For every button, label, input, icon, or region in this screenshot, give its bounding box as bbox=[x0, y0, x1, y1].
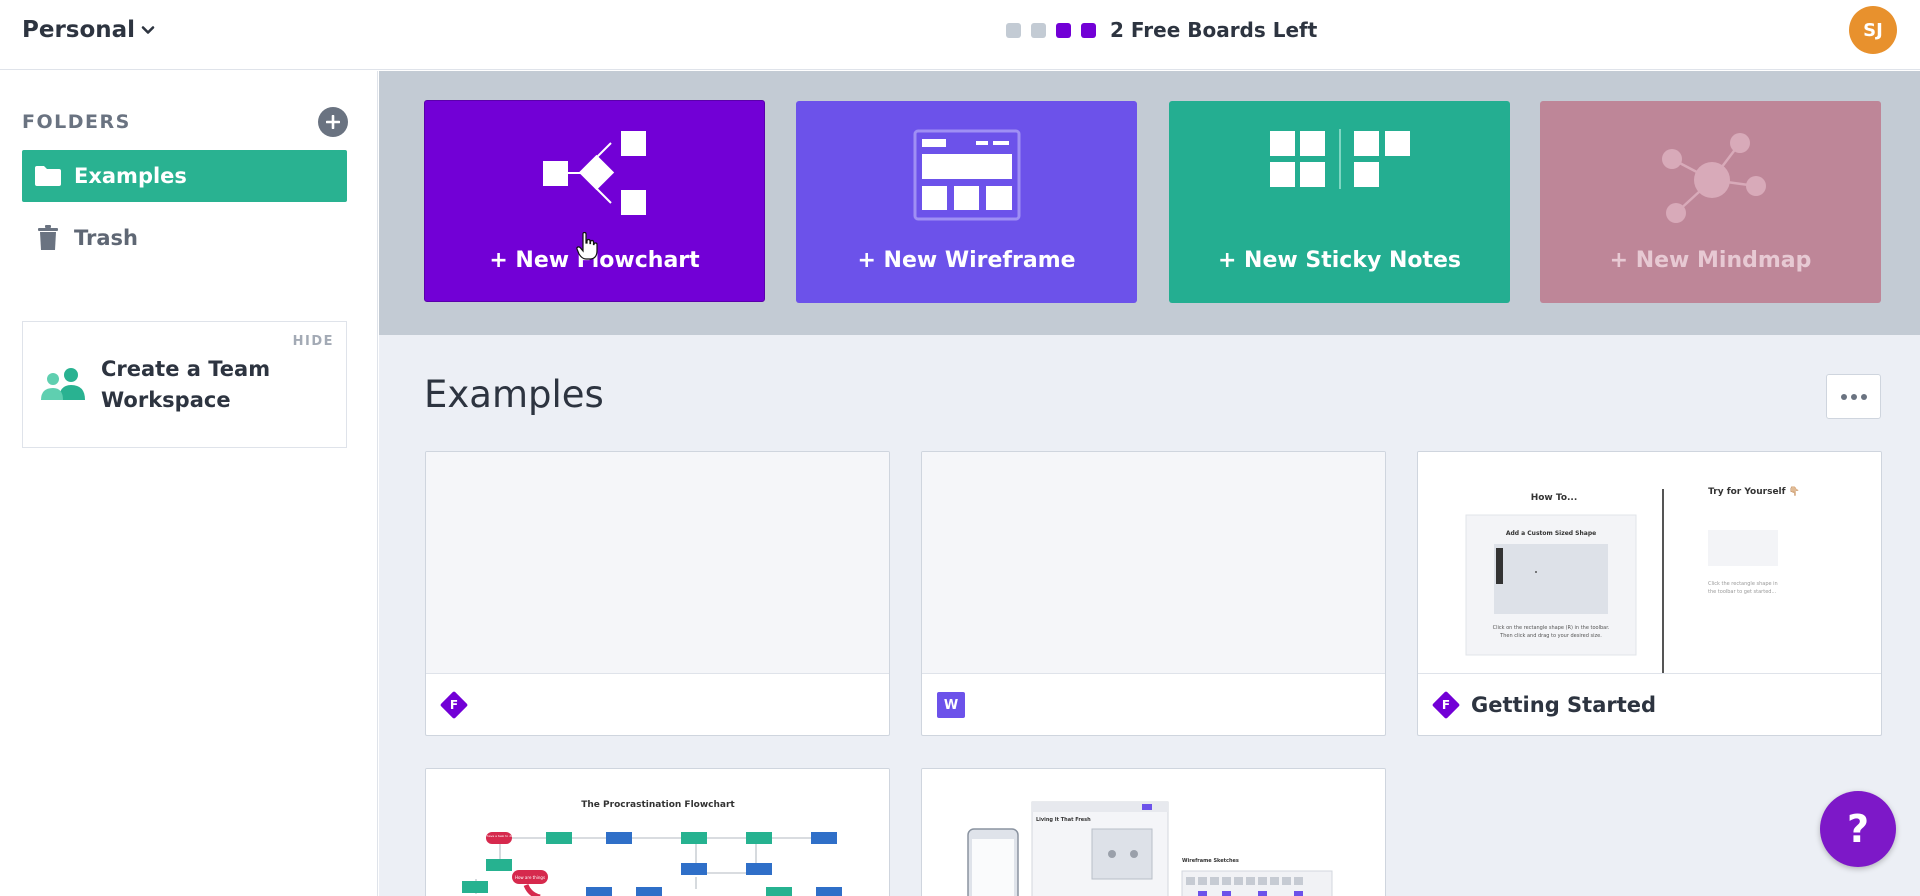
svg-text:How To...: How To... bbox=[1531, 493, 1578, 503]
svg-text:The Procrastination Flowchart: The Procrastination Flowchart bbox=[581, 800, 735, 810]
svg-text:Living It That Fresh: Living It That Fresh bbox=[1036, 817, 1091, 823]
workspace-switcher[interactable]: Personal bbox=[22, 14, 155, 46]
boards-left-indicator: 2 Free Boards Left bbox=[1006, 14, 1317, 46]
board-name: Getting Started bbox=[1471, 693, 1657, 717]
help-label: ? bbox=[1846, 807, 1870, 851]
svg-text:Click on the rectangle shape (: Click on the rectangle shape (R) in the … bbox=[1493, 625, 1610, 631]
dot-icon bbox=[1850, 393, 1857, 400]
board-card[interactable]: F bbox=[425, 451, 890, 736]
sidebar-item-trash[interactable]: Trash bbox=[22, 212, 347, 264]
flowchart-icon bbox=[542, 131, 646, 215]
board-thumbnail bbox=[426, 452, 889, 674]
new-sticky-notes-label: + New Sticky Notes bbox=[1217, 248, 1462, 273]
section-title: Examples bbox=[424, 373, 604, 416]
board-thumbnail: The Procrastination Flowchart I have a t… bbox=[426, 769, 889, 896]
board-card[interactable]: W bbox=[921, 451, 1386, 736]
avatar[interactable]: SJ bbox=[1849, 6, 1897, 54]
top-bar: Personal 2 Free Boards Left SJ bbox=[0, 0, 1920, 70]
board-thumbnail: How To... Try for Yourself 👇🏼 Add a Cust… bbox=[1418, 452, 1881, 674]
new-flowchart-label: + New Flowchart bbox=[489, 248, 700, 273]
svg-text:Wireframe Sketches: Wireframe Sketches bbox=[1182, 858, 1239, 864]
board-footer: F Getting Started bbox=[1418, 674, 1881, 735]
svg-text:Add a Custom Sized Shape: Add a Custom Sized Shape bbox=[1506, 530, 1596, 537]
svg-text:Click the rectangle shape in: Click the rectangle shape in bbox=[1708, 581, 1778, 587]
wireframe-icon bbox=[913, 129, 1020, 221]
flowchart-badge-icon: F bbox=[1431, 690, 1461, 720]
new-board-strip: + New Flowchart + New Wireframe + New St… bbox=[379, 71, 1920, 335]
board-slot-used bbox=[1056, 22, 1071, 38]
hide-button[interactable]: HIDE bbox=[293, 334, 334, 349]
board-slot-unused bbox=[1006, 22, 1021, 38]
board-slot-used bbox=[1081, 22, 1096, 38]
board-footer: F bbox=[426, 674, 889, 735]
board-card[interactable]: The Procrastination Flowchart I have a t… bbox=[425, 768, 890, 896]
sidebar: FOLDERS Examples Trash HIDE Create a Tea… bbox=[0, 71, 378, 896]
team-workspace-card[interactable]: HIDE Create a Team Workspace bbox=[22, 321, 347, 448]
dot-icon bbox=[1860, 393, 1867, 400]
svg-text:Try for Yourself 👇🏼: Try for Yourself 👇🏼 bbox=[1708, 486, 1800, 497]
add-folder-button[interactable] bbox=[318, 107, 348, 137]
mindmap-icon bbox=[1661, 133, 1766, 223]
more-options-button[interactable] bbox=[1826, 374, 1881, 419]
new-sticky-notes-button[interactable]: + New Sticky Notes bbox=[1169, 101, 1510, 303]
sidebar-item-examples[interactable]: Examples bbox=[22, 150, 347, 202]
team-icon bbox=[41, 368, 85, 400]
new-mindmap-button[interactable]: + New Mindmap bbox=[1540, 101, 1881, 303]
avatar-initials: SJ bbox=[1863, 19, 1883, 41]
sidebar-item-label: Examples bbox=[74, 164, 187, 188]
main-content: + New Flowchart + New Wireframe + New St… bbox=[379, 71, 1920, 896]
board-card-getting-started[interactable]: How To... Try for Yourself 👇🏼 Add a Cust… bbox=[1417, 451, 1882, 736]
plus-icon bbox=[326, 115, 340, 129]
trash-icon bbox=[34, 225, 62, 250]
new-wireframe-button[interactable]: + New Wireframe bbox=[796, 101, 1137, 303]
board-thumbnail bbox=[922, 452, 1385, 674]
new-wireframe-label: + New Wireframe bbox=[857, 248, 1076, 273]
help-button[interactable]: ? bbox=[1820, 791, 1896, 867]
workspace-label: Personal bbox=[22, 17, 136, 43]
folder-icon bbox=[34, 164, 62, 188]
board-slot-unused bbox=[1031, 22, 1046, 38]
flowchart-badge-icon: F bbox=[439, 690, 469, 720]
folders-label: FOLDERS bbox=[22, 111, 131, 133]
board-thumbnail: Living It That Fresh Wireframe Sketches bbox=[922, 769, 1385, 896]
new-flowchart-button[interactable]: + New Flowchart bbox=[424, 100, 765, 302]
svg-text:I have a task to do: I have a task to do bbox=[485, 834, 513, 838]
getting-started-preview: How To... Try for Yourself 👇🏼 Add a Cust… bbox=[1465, 486, 1800, 673]
sticky-notes-icon bbox=[1269, 129, 1410, 189]
boards-left-text: 2 Free Boards Left bbox=[1110, 18, 1318, 42]
wireframe-preview: Living It That Fresh Wireframe Sketches bbox=[967, 801, 1333, 896]
sidebar-item-label: Trash bbox=[74, 226, 138, 250]
procrastination-preview: The Procrastination Flowchart I have a t… bbox=[462, 800, 842, 896]
svg-text:How are things: How are things bbox=[515, 875, 545, 880]
board-card[interactable]: Living It That Fresh Wireframe Sketches bbox=[921, 768, 1386, 896]
dot-icon bbox=[1840, 393, 1847, 400]
svg-text:the toolbar to get started...: the toolbar to get started... bbox=[1708, 589, 1777, 595]
team-workspace-text: Create a Team Workspace bbox=[101, 357, 271, 412]
board-footer: W bbox=[922, 674, 1385, 735]
chevron-down-icon bbox=[141, 26, 155, 34]
new-mindmap-label: + New Mindmap bbox=[1609, 248, 1812, 273]
folders-header: FOLDERS bbox=[22, 107, 348, 137]
wireframe-badge-icon: W bbox=[937, 692, 965, 718]
svg-text:Then click and drag to your de: Then click and drag to your desired size… bbox=[1499, 633, 1602, 639]
